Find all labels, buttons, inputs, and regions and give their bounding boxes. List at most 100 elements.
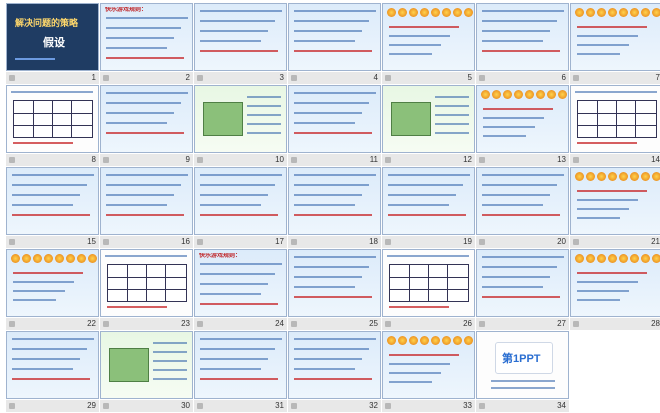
slide-transition-icon[interactable] (479, 157, 485, 163)
slide-thumbnail-28[interactable]: 28 (570, 249, 660, 331)
slide-transition-icon[interactable] (291, 403, 297, 409)
slide-preview[interactable] (382, 85, 475, 153)
slide-thumbnail-14[interactable]: 14 (570, 85, 660, 167)
slide-preview[interactable] (6, 85, 99, 153)
slide-thumbnail-30[interactable]: 30 (100, 331, 195, 413)
slide-thumbnail-11[interactable]: 11 (288, 85, 383, 167)
slide-preview[interactable] (194, 331, 287, 399)
slide-thumbnail-7[interactable]: 7 (570, 3, 660, 85)
slide-preview[interactable] (476, 167, 569, 235)
slide-transition-icon[interactable] (197, 403, 203, 409)
slide-preview[interactable] (382, 249, 475, 317)
slide-preview[interactable] (194, 3, 287, 71)
slide-preview[interactable]: 第1PPT (476, 331, 569, 399)
slide-transition-icon[interactable] (103, 239, 109, 245)
slide-transition-icon[interactable] (573, 321, 579, 327)
slide-transition-icon[interactable] (197, 321, 203, 327)
slide-thumbnail-16[interactable]: 16 (100, 167, 195, 249)
slide-transition-icon[interactable] (573, 75, 579, 81)
slide-thumbnail-8[interactable]: 8 (6, 85, 101, 167)
slide-transition-icon[interactable] (291, 321, 297, 327)
slide-thumbnail-21[interactable]: 21 (570, 167, 660, 249)
slide-transition-icon[interactable] (9, 75, 15, 81)
slide-transition-icon[interactable] (103, 75, 109, 81)
slide-transition-icon[interactable] (479, 239, 485, 245)
slide-thumbnail-12[interactable]: 12 (382, 85, 477, 167)
slide-transition-icon[interactable] (479, 403, 485, 409)
slide-thumbnail-29[interactable]: 29 (6, 331, 101, 413)
slide-preview[interactable] (570, 85, 660, 153)
slide-transition-icon[interactable] (385, 75, 391, 81)
slide-transition-icon[interactable] (197, 157, 203, 163)
slide-preview[interactable] (382, 3, 475, 71)
slide-preview[interactable] (288, 167, 381, 235)
slide-preview[interactable] (100, 85, 193, 153)
slide-thumbnail-27[interactable]: 27 (476, 249, 571, 331)
slide-thumbnail-26[interactable]: 26 (382, 249, 477, 331)
slide-transition-icon[interactable] (291, 75, 297, 81)
slide-preview[interactable] (288, 3, 381, 71)
slide-transition-icon[interactable] (9, 239, 15, 245)
slide-preview[interactable] (194, 167, 287, 235)
slide-preview[interactable] (570, 3, 660, 71)
slide-preview[interactable]: 快乐游戏规则： (100, 3, 193, 71)
slide-transition-icon[interactable] (385, 239, 391, 245)
slide-thumbnail-13[interactable]: 13 (476, 85, 571, 167)
slide-preview[interactable] (570, 249, 660, 317)
slide-thumbnail-23[interactable]: 23 (100, 249, 195, 331)
slide-thumbnail-5[interactable]: 5 (382, 3, 477, 85)
slide-preview[interactable] (6, 331, 99, 399)
slide-thumbnail-33[interactable]: 33 (382, 331, 477, 413)
slide-preview[interactable] (382, 331, 475, 399)
slide-thumbnail-20[interactable]: 20 (476, 167, 571, 249)
slide-preview[interactable] (288, 85, 381, 153)
slide-transition-icon[interactable] (385, 157, 391, 163)
slide-thumbnail-15[interactable]: 15 (6, 167, 101, 249)
slide-preview[interactable] (476, 85, 569, 153)
slide-thumbnail-19[interactable]: 19 (382, 167, 477, 249)
slide-transition-icon[interactable] (573, 157, 579, 163)
slide-transition-icon[interactable] (385, 321, 391, 327)
slide-transition-icon[interactable] (573, 239, 579, 245)
slide-transition-icon[interactable] (385, 403, 391, 409)
slide-transition-icon[interactable] (479, 75, 485, 81)
slide-transition-icon[interactable] (291, 239, 297, 245)
slide-preview[interactable] (288, 249, 381, 317)
slide-preview[interactable] (100, 331, 193, 399)
slide-thumbnail-31[interactable]: 31 (194, 331, 289, 413)
slide-preview[interactable]: 快乐游戏规则： (194, 249, 287, 317)
slide-transition-icon[interactable] (291, 157, 297, 163)
slide-preview[interactable] (194, 85, 287, 153)
slide-thumbnail-10[interactable]: 10 (194, 85, 289, 167)
slide-thumbnail-6[interactable]: 6 (476, 3, 571, 85)
slide-preview[interactable] (382, 167, 475, 235)
slide-thumbnail-17[interactable]: 17 (194, 167, 289, 249)
slide-transition-icon[interactable] (9, 321, 15, 327)
slide-transition-icon[interactable] (197, 239, 203, 245)
slide-thumbnail-22[interactable]: 22 (6, 249, 101, 331)
slide-thumbnail-25[interactable]: 25 (288, 249, 383, 331)
slide-transition-icon[interactable] (103, 321, 109, 327)
slide-thumbnail-9[interactable]: 9 (100, 85, 195, 167)
slide-thumbnail-1[interactable]: 解决问题的策略 假设 1 (6, 3, 101, 85)
slide-thumbnail-32[interactable]: 32 (288, 331, 383, 413)
slide-thumbnail-2[interactable]: 快乐游戏规则： 2 (100, 3, 195, 85)
slide-preview[interactable] (100, 249, 193, 317)
slide-transition-icon[interactable] (197, 75, 203, 81)
slide-preview[interactable] (476, 249, 569, 317)
slide-preview[interactable] (6, 167, 99, 235)
slide-thumbnail-3[interactable]: 3 (194, 3, 289, 85)
slide-preview[interactable] (288, 331, 381, 399)
slide-transition-icon[interactable] (479, 321, 485, 327)
slide-transition-icon[interactable] (103, 403, 109, 409)
slide-preview[interactable]: 解决问题的策略 假设 (6, 3, 99, 71)
slide-thumbnail-18[interactable]: 18 (288, 167, 383, 249)
slide-preview[interactable] (476, 3, 569, 71)
slide-preview[interactable] (100, 167, 193, 235)
slide-transition-icon[interactable] (9, 157, 15, 163)
slide-preview[interactable] (6, 249, 99, 317)
slide-thumbnail-24[interactable]: 快乐游戏规则： 24 (194, 249, 289, 331)
slide-thumbnail-4[interactable]: 4 (288, 3, 383, 85)
slide-preview[interactable] (570, 167, 660, 235)
slide-thumbnail-34[interactable]: 第1PPT 34 (476, 331, 571, 413)
